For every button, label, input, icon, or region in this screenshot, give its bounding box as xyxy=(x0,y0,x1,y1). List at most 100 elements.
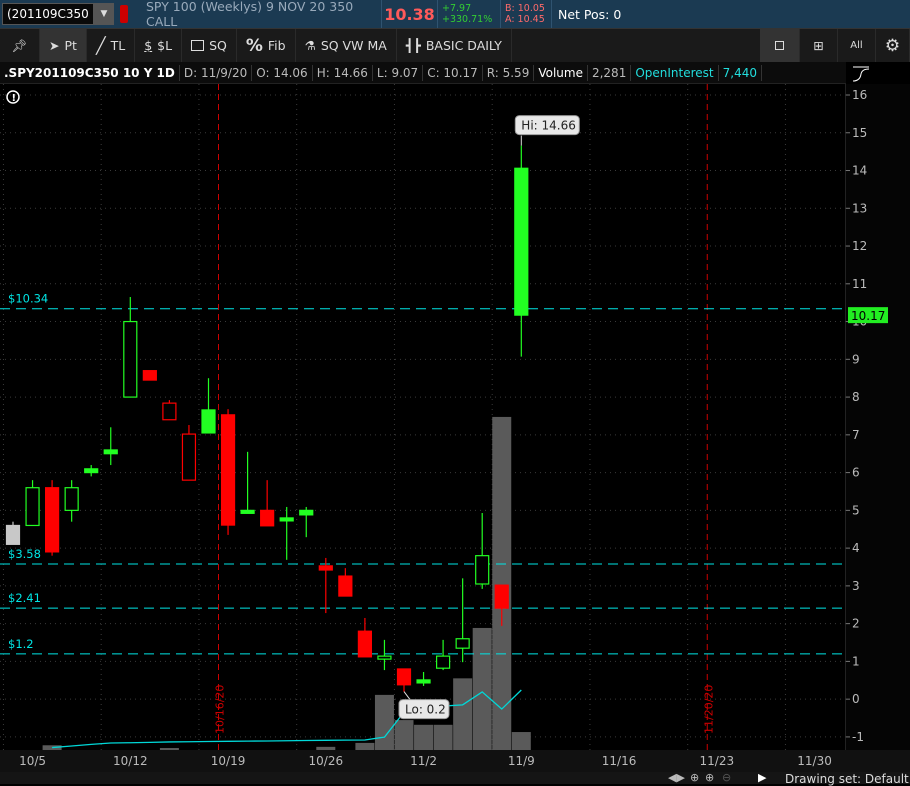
grid-layout-button[interactable]: ⊞ xyxy=(800,29,838,62)
price-level-tool[interactable]: $ $L xyxy=(135,29,183,62)
candle-body xyxy=(475,555,490,585)
chart-symbol: .SPY201109C350 10 Y 1D xyxy=(0,64,180,81)
single-layout-button[interactable] xyxy=(760,29,800,62)
info-icon-glyph: ! xyxy=(12,93,17,104)
x-tick-label: 10/19 xyxy=(210,754,246,768)
oi-label: OpenInterest xyxy=(631,64,719,81)
y-tick-label: 7 xyxy=(852,428,860,442)
pan-icon[interactable]: ◀▶ xyxy=(668,772,685,784)
last-price: 10.38 xyxy=(384,4,435,24)
bar-info: .SPY201109C350 10 Y 1D D: 11/9/20 O: 14.… xyxy=(0,62,846,84)
candle-body xyxy=(396,668,412,686)
candle-body xyxy=(64,487,79,511)
net-position: Net Pos: 0 xyxy=(558,6,622,22)
pin-icon: 📌︎ xyxy=(11,37,28,53)
price-level-label: $3.58 xyxy=(8,547,41,561)
candle-body xyxy=(416,679,431,684)
volume-bar xyxy=(414,724,434,750)
volume-bar xyxy=(511,732,531,750)
single-pane-icon xyxy=(775,41,784,50)
y-tick-label: 3 xyxy=(852,579,860,593)
y-tick-label: 11 xyxy=(852,277,867,291)
x-tick-label: 11/9 xyxy=(507,754,535,768)
quote-header: (201109C350 ▼ SPY 100 (Weeklys) 9 NOV 20… xyxy=(0,0,910,29)
price-level-label: $10.34 xyxy=(8,292,48,306)
hi-label: Hi: 14.66 xyxy=(521,119,576,133)
candle-body xyxy=(318,565,333,571)
candle-body xyxy=(5,524,21,545)
alert-icon[interactable] xyxy=(120,5,128,23)
pin-button[interactable]: 📌︎ xyxy=(0,29,40,62)
play-icon[interactable]: ▶ xyxy=(758,772,766,784)
volume-bar xyxy=(433,724,453,750)
candle-body xyxy=(514,167,529,316)
all-button[interactable]: All xyxy=(838,29,876,62)
basic-daily-label: BASIC DAILY xyxy=(425,38,502,53)
candle-body xyxy=(455,638,470,649)
candle-body xyxy=(260,509,275,527)
y-tick-label: 14 xyxy=(852,164,867,178)
fib-label: Fib xyxy=(267,38,286,53)
symbol-input[interactable]: (201109C350 xyxy=(2,3,94,25)
price-chart[interactable]: 161514131211109876543210-110/16/2011/20/… xyxy=(0,84,910,750)
style-basic-daily-button[interactable]: ┫┣ BASIC DAILY xyxy=(397,29,512,62)
candle-body xyxy=(84,468,99,474)
volume-bar xyxy=(355,742,375,750)
symbol-dropdown-button[interactable]: ▼ xyxy=(94,3,114,25)
x-tick-label: 11/23 xyxy=(699,754,735,768)
bid-ask: B: 10.05 A: 10.45 xyxy=(501,3,551,25)
oi-value: 7,440 xyxy=(719,64,762,81)
candle-body xyxy=(123,320,138,398)
pointer-tool[interactable]: ➤ Pt xyxy=(40,29,87,62)
candle-body xyxy=(25,487,40,527)
studies-button[interactable] xyxy=(850,64,874,84)
trendline-label: TL xyxy=(110,38,126,53)
dollar-icon: $ xyxy=(144,38,153,53)
zoom-in-icon[interactable]: ⊕ xyxy=(705,772,714,784)
horizontal-scrollbar[interactable] xyxy=(0,772,910,784)
y-tick-label: 1 xyxy=(852,654,860,668)
price-level-label: $L xyxy=(157,38,173,53)
zoom-out-icon[interactable]: ⊖ xyxy=(722,772,731,784)
pointer-label: Pt xyxy=(64,38,77,53)
volume-bar xyxy=(394,720,414,750)
x-tick-label: 10/26 xyxy=(308,754,344,768)
studies-icon xyxy=(852,66,870,82)
volume-bar xyxy=(374,694,394,750)
all-label: All xyxy=(850,40,863,51)
x-tick-label: 10/5 xyxy=(19,754,47,768)
settings-button[interactable]: ⚙ xyxy=(876,29,910,62)
percent-icon: % xyxy=(245,35,263,56)
candle-body xyxy=(436,655,451,669)
candle-icon: ┫┣ xyxy=(405,38,421,53)
candle-body xyxy=(201,409,216,434)
fibonacci-tool[interactable]: % Fib xyxy=(237,29,296,62)
bar-low: L: 9.07 xyxy=(373,64,424,81)
candle-body xyxy=(220,414,236,526)
cursor-icon: ➤ xyxy=(49,38,60,53)
y-tick-label: 9 xyxy=(852,352,860,366)
grid-icon: ⊞ xyxy=(813,38,824,53)
square-tool[interactable]: SQ xyxy=(182,29,237,62)
x-tick-label: 11/30 xyxy=(797,754,832,768)
lo-label: Lo: 0.2 xyxy=(405,703,446,717)
candle-body xyxy=(357,630,372,658)
candle-body xyxy=(377,655,392,660)
price-level-label: $2.41 xyxy=(8,591,41,605)
trendline-tool[interactable]: ╱ TL xyxy=(87,29,136,62)
candle-body xyxy=(142,370,157,381)
sqvwma-label: SQ VW MA xyxy=(320,38,387,53)
y-tick-label: 5 xyxy=(852,503,860,517)
bar-date: D: 11/9/20 xyxy=(180,64,253,81)
bar-high: H: 14.66 xyxy=(313,64,373,81)
y-tick-label: 8 xyxy=(852,390,860,404)
candle-body xyxy=(44,487,60,553)
gear-icon: ⚙ xyxy=(884,35,901,56)
candle-body xyxy=(162,402,177,421)
volume-label: Volume xyxy=(534,64,588,81)
square-label: SQ xyxy=(209,38,227,53)
study-sqvwma-button[interactable]: ⚗ SQ VW MA xyxy=(296,29,397,62)
x-tick-label: 11/2 xyxy=(410,754,438,768)
crosshair-icon[interactable]: ⊕ xyxy=(690,772,699,784)
volume-value: 2,281 xyxy=(588,64,632,81)
